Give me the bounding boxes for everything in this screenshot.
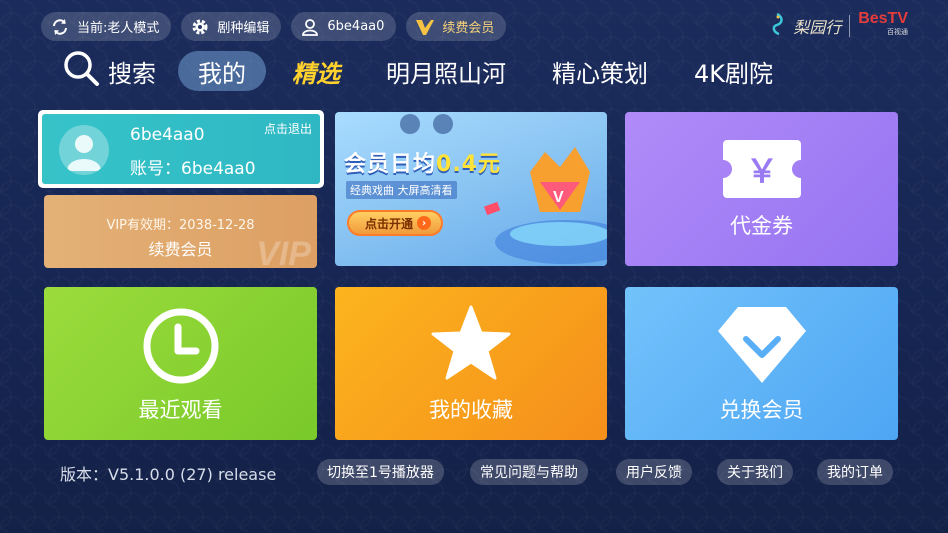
user-label: 6be4aa0: [327, 19, 385, 34]
diamond-v-icon: [716, 305, 808, 389]
app-version: 版本：V5.1.0.0 (27) release: [60, 465, 277, 484]
tab-4k-theater[interactable]: 4K剧院: [674, 51, 793, 91]
chevron-right-icon: ›: [417, 216, 432, 230]
vip-renew-card[interactable]: VIP有效期：2038-12-28 续费会员 VIP: [44, 195, 317, 268]
avatar: [59, 125, 109, 175]
partner-name: BesTV: [858, 10, 908, 27]
account-id: 账号：6be4aa0: [130, 159, 256, 179]
user-feedback-button[interactable]: 用户反馈: [616, 459, 692, 485]
dragon-logo-icon: [769, 12, 785, 39]
banner-headline: 会员日均0.4元: [344, 146, 501, 178]
tab-moon-over-mountains[interactable]: 明月照山河: [366, 51, 526, 91]
redeem-membership-label: 兑换会员: [719, 398, 804, 422]
mode-label: 当前:老人模式: [77, 21, 160, 36]
main-nav: 搜索 我的 精选 明月照山河 精心策划 4K剧院: [62, 50, 799, 92]
star-icon: [430, 303, 512, 389]
svg-text:V: V: [553, 189, 564, 206]
my-orders-button[interactable]: 我的订单: [817, 459, 893, 485]
banner-headline-prefix: 会员日均: [344, 152, 437, 177]
membership-promo-banner[interactable]: V 会员日均0.4元 经典戏曲 大屏高清看 点击开通 ›: [335, 112, 607, 266]
renew-vip-label: 续费会员: [442, 21, 495, 36]
partner-sub: 百视通: [887, 29, 908, 36]
favorites-tile[interactable]: 我的收藏: [335, 287, 607, 440]
recently-watched-tile[interactable]: 最近观看: [44, 287, 317, 440]
genre-edit-label: 剧种编辑: [217, 21, 270, 36]
recently-watched-label: 最近观看: [138, 398, 223, 422]
about-us-button[interactable]: 关于我们: [717, 459, 793, 485]
coupon-tile[interactable]: ￥ 代金券: [625, 112, 898, 266]
faq-help-button[interactable]: 常见问题与帮助: [470, 459, 588, 485]
brand-logos: 梨园行 BesTV 百视通: [769, 10, 908, 40]
account-username: 6be4aa0: [130, 125, 205, 145]
refresh-icon: [49, 16, 71, 38]
logout-link[interactable]: 点击退出: [264, 120, 312, 137]
brand-divider: [849, 15, 851, 37]
search-icon: [62, 49, 100, 93]
gear-icon: [189, 16, 211, 38]
switch-player-button[interactable]: 切换至1号播放器: [317, 459, 444, 485]
tab-curated[interactable]: 精心策划: [532, 51, 668, 91]
open-membership-button[interactable]: 点击开通 ›: [347, 210, 444, 236]
banner-headline-value: 0.4元: [436, 152, 501, 177]
brand-name: 梨园行: [793, 18, 842, 37]
top-bar: 当前:老人模式 剧种编辑 6be4aa0 续费会员: [41, 12, 507, 42]
mode-switch-button[interactable]: 当前:老人模式: [41, 12, 172, 41]
favorites-label: 我的收藏: [429, 398, 513, 422]
redeem-membership-tile[interactable]: 兑换会员: [625, 287, 898, 440]
banner-subline: 经典戏曲 大屏高清看: [346, 181, 457, 199]
tab-mine[interactable]: 我的: [178, 51, 266, 91]
coupon-symbol: ￥: [745, 152, 777, 190]
vip-v-icon: [414, 16, 436, 38]
vip-watermark: VIP: [256, 235, 311, 268]
open-membership-label: 点击开通: [365, 216, 414, 231]
search-label: 搜索: [108, 59, 156, 88]
search-button[interactable]: 搜索: [62, 49, 156, 93]
account-card[interactable]: 6be4aa0 账号：6be4aa0 点击退出: [38, 110, 324, 188]
account-card-body: 6be4aa0 账号：6be4aa0 点击退出: [42, 114, 320, 184]
user-icon: [299, 16, 321, 38]
user-button[interactable]: 6be4aa0: [291, 12, 397, 41]
tab-featured[interactable]: 精选: [272, 51, 360, 91]
coupon-icon: ￥: [721, 138, 803, 204]
genre-edit-button[interactable]: 剧种编辑: [181, 12, 282, 41]
vip-expiry: VIP有效期：2038-12-28: [106, 218, 255, 233]
partner-logo: BesTV 百视通: [858, 10, 908, 40]
renew-vip-button[interactable]: 续费会员: [406, 12, 507, 41]
coupon-label: 代金券: [730, 214, 793, 238]
clock-icon: [142, 307, 220, 389]
